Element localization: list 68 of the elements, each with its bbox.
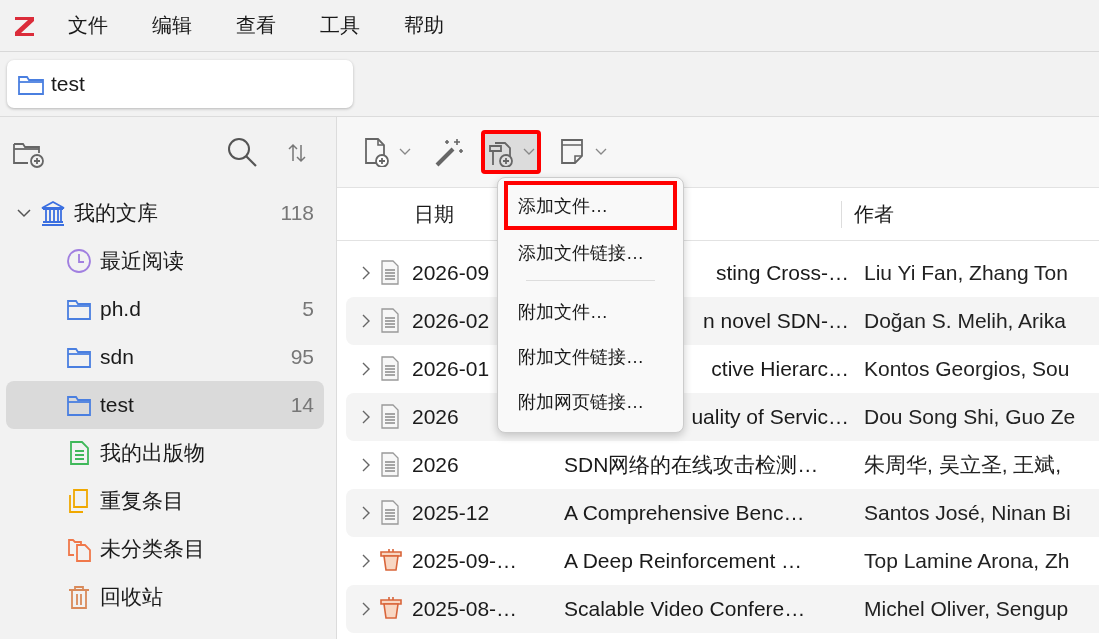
table-cell: uality of Servic…	[691, 405, 849, 429]
sidebar-item[interactable]: 重复条目	[6, 477, 324, 525]
table-cell: 2026	[412, 453, 459, 477]
menu-item[interactable]: 添加文件链接…	[504, 230, 677, 275]
table-cell: sting Cross-…	[715, 261, 849, 285]
table-cell: 2025-09-…	[412, 549, 518, 573]
menu-item[interactable]: 查看	[236, 12, 276, 39]
sidebar-item[interactable]: test 14	[6, 381, 324, 429]
sidebar-item[interactable]: ph.d 5	[6, 285, 324, 333]
table-cell: Liu Yi Fan, Zhang Ton	[864, 261, 1068, 285]
chevron-right-icon	[360, 457, 372, 473]
menu-item[interactable]: 编辑	[152, 12, 192, 39]
sidebar-item[interactable]: sdn 95	[6, 333, 324, 381]
podium-icon	[380, 596, 402, 622]
podium-icon	[380, 548, 402, 574]
chevron-right-icon	[360, 601, 372, 617]
document-icon	[380, 356, 402, 382]
menu-item[interactable]: 帮助	[404, 12, 444, 39]
table-cell: 2026-09	[412, 261, 490, 285]
sidebar-item[interactable]: 最近阅读	[6, 237, 324, 285]
table-cell: Michel Oliver, Sengup	[864, 597, 1069, 621]
table-cell-text: SDN网络的在线攻击检测…	[564, 452, 819, 478]
menu-item[interactable]: 添加文件…	[504, 181, 677, 230]
table-cell: A Comprehensive Benc…	[564, 501, 805, 525]
table-cell: Kontos Georgios, Sou	[864, 357, 1070, 381]
menu-item[interactable]: 附加文件…	[504, 289, 677, 334]
table-cell: Santos José, Ninan Bi	[864, 501, 1071, 525]
table-cell: 2026	[412, 405, 459, 429]
document-icon	[380, 308, 402, 334]
sidebar-item[interactable]: 未分类条目	[6, 525, 324, 573]
sidebar-item[interactable]: 我的文库 118	[6, 189, 324, 237]
document-icon	[380, 404, 402, 430]
menu-item[interactable]: 工具	[320, 12, 360, 39]
chevron-right-icon	[360, 265, 372, 281]
clock-icon	[66, 248, 92, 274]
table-cell: 2026-02	[412, 309, 490, 333]
toolbar-button[interactable]	[481, 130, 541, 174]
table-cell: Doğan S. Melih, Arika	[864, 309, 1066, 333]
sidebar-item[interactable]: 回收站	[6, 573, 324, 621]
tab[interactable]: test	[7, 60, 353, 108]
document-icon	[380, 260, 402, 286]
table-cell: A Deep Reinforcement …	[564, 549, 803, 573]
chevron-right-icon	[360, 553, 372, 569]
table-cell: 2025-08-…	[412, 597, 518, 621]
column-header[interactable]: 作者	[842, 200, 894, 228]
unfiled-icon	[66, 536, 92, 562]
table-cell: n novel SDN-…	[703, 309, 849, 333]
document-icon	[380, 452, 402, 478]
library-icon	[40, 200, 66, 226]
menu-item[interactable]: 附加文件链接…	[504, 334, 677, 379]
sidebar-item[interactable]: 我的出版物	[6, 429, 324, 477]
chevron-right-icon	[360, 505, 372, 521]
table-cell: 2025-12	[412, 501, 490, 525]
magic-wand-icon	[433, 137, 463, 167]
chevron-right-icon	[360, 361, 372, 377]
table-cell: ctive Hierarc…	[711, 357, 849, 381]
trash-icon	[66, 584, 92, 610]
menu-item[interactable]: 附加网页链接…	[504, 379, 677, 424]
table-cell: Scalable Video Confere…	[564, 597, 806, 621]
sort-icon	[286, 142, 308, 164]
chevron-right-icon	[360, 313, 372, 329]
table-cell: Top Lamine Arona, Zh	[864, 549, 1070, 573]
table-cell: Dou Song Shi, Guo Ze	[864, 405, 1076, 429]
menu-item[interactable]: 文件	[68, 12, 108, 39]
document-icon	[380, 500, 402, 526]
chevron-right-icon	[360, 409, 372, 425]
table-cell-text: 朱周华, 吴立圣, 王斌,	[864, 452, 1062, 478]
table-cell: 2026-01	[412, 357, 490, 381]
